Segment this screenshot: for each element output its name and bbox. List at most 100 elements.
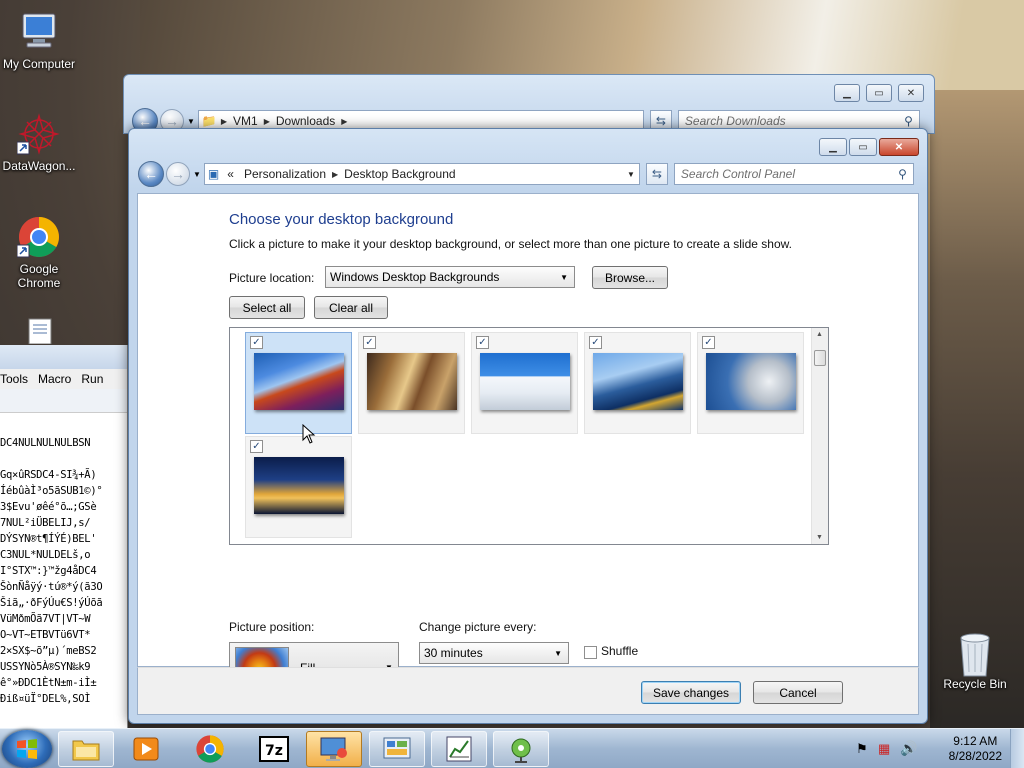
show-desktop-button[interactable] [1010,729,1024,768]
desktop-icon-recycle-bin[interactable]: Recycle Bin [933,630,1017,691]
change-picture-label: Change picture every: [419,620,537,634]
network-app-icon [511,738,531,763]
gallery-scrollbar[interactable]: ▲ ▼ [811,328,828,544]
picture-location-dropdown[interactable]: Windows Desktop Backgrounds ▼ [325,266,575,288]
picture-gallery[interactable]: ✓ ✓ ✓ ✓ ✓ ✓ ▲ ▼ [229,327,829,545]
picture-tile-5[interactable]: ✓ [697,332,804,434]
taskbar: 7z ⚑ ▦ 🔊 9:12 AM 8/28/2022 [0,728,1024,768]
system-tray: ⚑ ▦ 🔊 9:12 AM 8/28/2022 [854,729,1024,768]
taskbar-7zip[interactable]: 7z [246,731,302,767]
windows-logo-icon [17,739,37,759]
refresh-button[interactable]: ⇆ [645,163,668,185]
network-status-icon[interactable]: ▦ [878,741,890,757]
picture-thumbnail [593,353,683,410]
chevron-down-icon: ▼ [560,272,568,282]
picture-thumbnail [480,353,570,410]
shuffle-checkbox[interactable] [584,646,597,659]
downloads-window[interactable]: ▁ ▭ ✕ ← → ▼ 📁 ▶ VM1 ▶ Downloads ▶ ⇆ Sear… [123,74,935,134]
picture-tile-1[interactable]: ✓ [245,332,352,434]
scroll-thumb[interactable] [814,350,826,366]
address-bar[interactable]: ▣ « Personalization ▶ Desktop Background… [203,163,640,185]
chevron-right-icon: ▶ [263,116,270,126]
breadcrumb-overflow[interactable]: « [227,167,234,181]
hex-row: Šiã„·ðFýÚu€S!ýÚõã [0,597,103,609]
breadcrumb-personalization[interactable]: Personalization [244,167,326,181]
menu-tools[interactable]: Tools [0,372,28,386]
taskbar-chrome[interactable] [182,731,238,767]
scroll-up-icon[interactable]: ▲ [816,331,823,338]
menu-run[interactable]: Run [81,372,103,386]
page-title: Choose your desktop background [229,211,454,228]
volume-icon[interactable]: 🔊 [900,740,917,757]
minimize-button[interactable]: ▁ [834,84,860,102]
back-button[interactable]: ← [138,161,164,187]
interval-value: 30 minutes [424,646,483,660]
hex-row: ÍébûàÌ³o5ãSUB1©)° [0,485,103,497]
picture-tile-3[interactable]: ✓ [471,332,578,434]
maximize-button[interactable]: ▭ [866,84,892,102]
start-button[interactable] [2,730,52,768]
control-panel-icon: ▣ [207,167,220,181]
picture-checkbox[interactable]: ✓ [250,440,263,453]
dialog-footer: Save changes Cancel [137,667,919,715]
search-icon: ⚲ [904,114,913,128]
address-dropdown-icon[interactable]: ▼ [627,170,635,179]
picture-checkbox[interactable]: ✓ [589,336,602,349]
picture-tile-6[interactable]: ✓ [245,436,352,538]
desktop-icon-label: Google Chrome [17,262,61,290]
picture-tile-2[interactable]: ✓ [358,332,465,434]
recent-pages-icon[interactable]: ▼ [187,117,195,126]
close-button[interactable]: ✕ [898,84,924,102]
maximize-button[interactable]: ▭ [849,138,877,156]
taskbar-explorer[interactable] [58,731,114,767]
save-changes-button[interactable]: Save changes [641,681,741,704]
desktop-icon-my-computer[interactable]: My Computer [0,10,81,71]
desktop-background-window[interactable]: ▁ ▭ ✕ ← → ▼ ▣ « Personalization ▶ Deskto… [128,128,928,724]
breadcrumb-downloads[interactable]: Downloads [276,114,335,128]
chevron-right-icon: ▶ [341,116,348,126]
change-picture-interval-dropdown[interactable]: 30 minutes ▼ [419,642,569,664]
picture-checkbox[interactable]: ✓ [250,336,263,349]
action-center-icon[interactable]: ⚑ [856,741,868,757]
clear-all-button[interactable]: Clear all [314,296,388,319]
hex-editor-window[interactable]: Tools Macro Run DC4NULNULNULBSN Gq×ûRSDC4-… [0,345,128,730]
search-control-panel-input[interactable]: Search Control Panel ⚲ [673,163,914,185]
picture-position-label: Picture position: [229,620,315,634]
menu-macro[interactable]: Macro [38,372,71,386]
taskbar-personalization[interactable] [306,731,362,767]
mouse-cursor-icon [302,424,316,444]
picture-checkbox[interactable]: ✓ [702,336,715,349]
search-icon: ⚲ [898,167,907,181]
taskbar-chart-app[interactable] [431,731,487,767]
cancel-button[interactable]: Cancel [753,681,843,704]
folder-icon: 📁 [201,114,217,128]
clock[interactable]: 9:12 AM 8/28/2022 [949,734,1002,764]
hex-editor-menubar: Tools Macro Run [0,369,127,389]
picture-tile-4[interactable]: ✓ [584,332,691,434]
picture-checkbox[interactable]: ✓ [476,336,489,349]
taskbar-network-app[interactable] [493,731,549,767]
breadcrumb-vm1[interactable]: VM1 [233,114,258,128]
desktop-icon-label: DataWagon... [2,159,76,173]
minimize-button[interactable]: ▁ [819,138,847,156]
taskbar-media-player[interactable] [118,731,174,767]
picture-checkbox[interactable]: ✓ [363,336,376,349]
breadcrumb-desktop-background[interactable]: Desktop Background [344,167,455,181]
hex-editor-content[interactable]: DC4NULNULNULBSN Gq×ûRSDC4-SI¾+Ã) ÍébûàÌ³o… [0,413,127,707]
scroll-down-icon[interactable]: ▼ [816,534,823,541]
desktop-icon-chrome[interactable]: Google Chrome [0,215,81,290]
desktop-icon-datawagon[interactable]: DataWagon... [0,112,81,173]
forward-button[interactable]: → [166,162,190,186]
picture-thumbnail [706,353,796,410]
hex-row [0,451,127,467]
close-button[interactable]: ✕ [879,138,919,156]
datawagon-icon [16,112,61,156]
recent-pages-icon[interactable]: ▼ [193,170,201,179]
browse-button[interactable]: Browse... [592,266,668,289]
select-all-button[interactable]: Select all [229,296,305,319]
hex-row: 7NUL²iÜBELIJ,s/ [0,517,91,529]
taskbar-control-panel[interactable] [369,731,425,767]
hex-row: DÝSYN®t¶ÍÝÉ)BEL' [0,533,97,545]
shuffle-label: Shuffle [601,644,639,658]
desktop-icon-document[interactable] [20,318,60,347]
